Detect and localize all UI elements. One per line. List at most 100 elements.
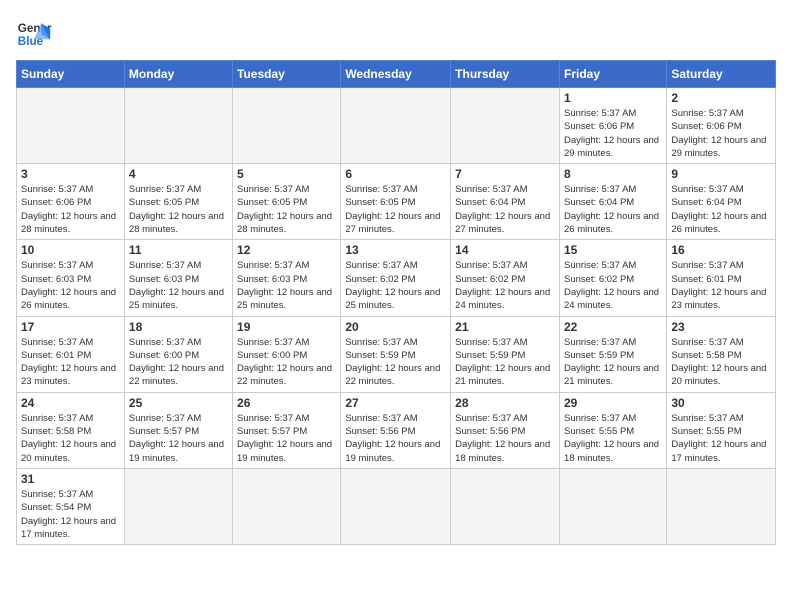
day-number: 30 xyxy=(671,396,771,410)
calendar-cell: 8 Sunrise: 5:37 AM Sunset: 6:04 PM Daylig… xyxy=(559,164,666,240)
day-info: Sunrise: 5:37 AM Sunset: 5:58 PM Dayligh… xyxy=(671,336,771,389)
day-number: 14 xyxy=(455,243,555,257)
calendar-cell: 29Sunrise: 5:37 AM Sunset: 5:55 PM Dayli… xyxy=(559,392,666,468)
calendar-cell: 31 Sunrise: 5:37 AM Sunset: 5:54 PM Dayli… xyxy=(17,468,125,544)
calendar-cell: 4 Sunrise: 5:37 AM Sunset: 6:05 PM Daylig… xyxy=(124,164,232,240)
day-number: 10 xyxy=(21,243,120,257)
day-number: 9 xyxy=(671,167,771,181)
day-number: 26 xyxy=(237,396,336,410)
day-number: 20 xyxy=(345,320,446,334)
calendar-cell xyxy=(233,468,341,544)
weekday-header-tuesday: Tuesday xyxy=(233,61,341,88)
calendar-cell: 10 Sunrise: 5:37 AM Sunset: 6:03 PM Dayli… xyxy=(17,240,125,316)
calendar-cell xyxy=(451,468,560,544)
day-info: Sunrise: 5:37 AM Sunset: 6:01 PM Dayligh… xyxy=(671,259,771,312)
day-number: 31 xyxy=(21,472,120,486)
day-info: Sunrise: 5:37 AM Sunset: 6:03 PM Dayligh… xyxy=(237,259,336,312)
day-info: Sunrise: 5:37 AM Sunset: 6:05 PM Dayligh… xyxy=(345,183,446,236)
day-number: 29 xyxy=(564,396,662,410)
day-number: 17 xyxy=(21,320,120,334)
day-number: 2 xyxy=(671,91,771,105)
day-number: 7 xyxy=(455,167,555,181)
day-info: Sunrise: 5:37 AM Sunset: 6:02 PM Dayligh… xyxy=(455,259,555,312)
calendar-cell: 30 Sunrise: 5:37 AM Sunset: 5:55 PM Dayli… xyxy=(667,392,776,468)
day-info: Sunrise: 5:37 AM Sunset: 6:04 PM Dayligh… xyxy=(671,183,771,236)
day-info: Sunrise: 5:37 AM Sunset: 6:00 PM Dayligh… xyxy=(237,336,336,389)
day-info: Sunrise: 5:37 AM Sunset: 6:06 PM Dayligh… xyxy=(564,107,662,160)
weekday-header-thursday: Thursday xyxy=(451,61,560,88)
day-number: 11 xyxy=(129,243,228,257)
calendar-week-row: 24 Sunrise: 5:37 AM Sunset: 5:58 PM Dayli… xyxy=(17,392,776,468)
calendar-week-row: 1 Sunrise: 5:37 AM Sunset: 6:06 PM Daylig… xyxy=(17,88,776,164)
day-number: 4 xyxy=(129,167,228,181)
calendar-cell: 20Sunrise: 5:37 AM Sunset: 5:59 PM Dayli… xyxy=(341,316,451,392)
calendar-week-row: 31 Sunrise: 5:37 AM Sunset: 5:54 PM Dayli… xyxy=(17,468,776,544)
calendar-cell: 25 Sunrise: 5:37 AM Sunset: 5:57 PM Dayli… xyxy=(124,392,232,468)
day-info: Sunrise: 5:37 AM Sunset: 6:06 PM Dayligh… xyxy=(671,107,771,160)
day-info: Sunrise: 5:37 AM Sunset: 5:56 PM Dayligh… xyxy=(345,412,446,465)
day-info: Sunrise: 5:37 AM Sunset: 6:00 PM Dayligh… xyxy=(129,336,228,389)
weekday-header-sunday: Sunday xyxy=(17,61,125,88)
day-number: 24 xyxy=(21,396,120,410)
calendar-cell: 7Sunrise: 5:37 AM Sunset: 6:04 PM Daylig… xyxy=(451,164,560,240)
calendar-cell: 26 Sunrise: 5:37 AM Sunset: 5:57 PM Dayli… xyxy=(233,392,341,468)
day-number: 25 xyxy=(129,396,228,410)
day-info: Sunrise: 5:37 AM Sunset: 6:01 PM Dayligh… xyxy=(21,336,120,389)
calendar-week-row: 3Sunrise: 5:37 AM Sunset: 6:06 PM Daylig… xyxy=(17,164,776,240)
day-number: 16 xyxy=(671,243,771,257)
calendar-cell xyxy=(17,88,125,164)
day-info: Sunrise: 5:37 AM Sunset: 6:02 PM Dayligh… xyxy=(564,259,662,312)
day-number: 22 xyxy=(564,320,662,334)
calendar-cell: 6 Sunrise: 5:37 AM Sunset: 6:05 PM Daylig… xyxy=(341,164,451,240)
calendar-cell: 13Sunrise: 5:37 AM Sunset: 6:02 PM Dayli… xyxy=(341,240,451,316)
day-number: 6 xyxy=(345,167,446,181)
calendar-cell: 9 Sunrise: 5:37 AM Sunset: 6:04 PM Daylig… xyxy=(667,164,776,240)
day-number: 5 xyxy=(237,167,336,181)
calendar-cell: 23 Sunrise: 5:37 AM Sunset: 5:58 PM Dayli… xyxy=(667,316,776,392)
calendar-cell: 2 Sunrise: 5:37 AM Sunset: 6:06 PM Daylig… xyxy=(667,88,776,164)
day-info: Sunrise: 5:37 AM Sunset: 6:03 PM Dayligh… xyxy=(21,259,120,312)
day-number: 23 xyxy=(671,320,771,334)
day-number: 27 xyxy=(345,396,446,410)
day-info: Sunrise: 5:37 AM Sunset: 6:04 PM Dayligh… xyxy=(564,183,662,236)
day-number: 15 xyxy=(564,243,662,257)
day-info: Sunrise: 5:37 AM Sunset: 6:06 PM Dayligh… xyxy=(21,183,120,236)
calendar-cell: 24 Sunrise: 5:37 AM Sunset: 5:58 PM Dayli… xyxy=(17,392,125,468)
day-number: 21 xyxy=(455,320,555,334)
calendar-cell xyxy=(341,88,451,164)
day-info: Sunrise: 5:37 AM Sunset: 5:55 PM Dayligh… xyxy=(671,412,771,465)
weekday-header-saturday: Saturday xyxy=(667,61,776,88)
calendar-cell: 12Sunrise: 5:37 AM Sunset: 6:03 PM Dayli… xyxy=(233,240,341,316)
calendar-cell: 3Sunrise: 5:37 AM Sunset: 6:06 PM Daylig… xyxy=(17,164,125,240)
calendar-cell: 27 Sunrise: 5:37 AM Sunset: 5:56 PM Dayli… xyxy=(341,392,451,468)
day-info: Sunrise: 5:37 AM Sunset: 5:57 PM Dayligh… xyxy=(129,412,228,465)
logo: General Blue xyxy=(16,16,52,52)
weekday-header-row: SundayMondayTuesdayWednesdayThursdayFrid… xyxy=(17,61,776,88)
calendar-cell: 5 Sunrise: 5:37 AM Sunset: 6:05 PM Daylig… xyxy=(233,164,341,240)
calendar-cell xyxy=(124,468,232,544)
calendar: SundayMondayTuesdayWednesdayThursdayFrid… xyxy=(16,60,776,545)
day-number: 19 xyxy=(237,320,336,334)
calendar-cell: 1 Sunrise: 5:37 AM Sunset: 6:06 PM Daylig… xyxy=(559,88,666,164)
calendar-cell: 18Sunrise: 5:37 AM Sunset: 6:00 PM Dayli… xyxy=(124,316,232,392)
calendar-cell xyxy=(667,468,776,544)
day-number: 8 xyxy=(564,167,662,181)
day-info: Sunrise: 5:37 AM Sunset: 6:05 PM Dayligh… xyxy=(237,183,336,236)
day-info: Sunrise: 5:37 AM Sunset: 5:57 PM Dayligh… xyxy=(237,412,336,465)
calendar-cell xyxy=(451,88,560,164)
calendar-cell: 11Sunrise: 5:37 AM Sunset: 6:03 PM Dayli… xyxy=(124,240,232,316)
calendar-cell xyxy=(233,88,341,164)
calendar-cell: 14 Sunrise: 5:37 AM Sunset: 6:02 PM Dayli… xyxy=(451,240,560,316)
calendar-week-row: 17 Sunrise: 5:37 AM Sunset: 6:01 PM Dayli… xyxy=(17,316,776,392)
day-info: Sunrise: 5:37 AM Sunset: 5:54 PM Dayligh… xyxy=(21,488,120,541)
weekday-header-friday: Friday xyxy=(559,61,666,88)
calendar-cell: 19 Sunrise: 5:37 AM Sunset: 6:00 PM Dayli… xyxy=(233,316,341,392)
day-info: Sunrise: 5:37 AM Sunset: 5:58 PM Dayligh… xyxy=(21,412,120,465)
calendar-cell xyxy=(341,468,451,544)
day-info: Sunrise: 5:37 AM Sunset: 6:02 PM Dayligh… xyxy=(345,259,446,312)
day-number: 28 xyxy=(455,396,555,410)
logo-icon: General Blue xyxy=(16,16,52,52)
day-info: Sunrise: 5:37 AM Sunset: 6:05 PM Dayligh… xyxy=(129,183,228,236)
header: General Blue xyxy=(16,16,776,52)
day-number: 1 xyxy=(564,91,662,105)
